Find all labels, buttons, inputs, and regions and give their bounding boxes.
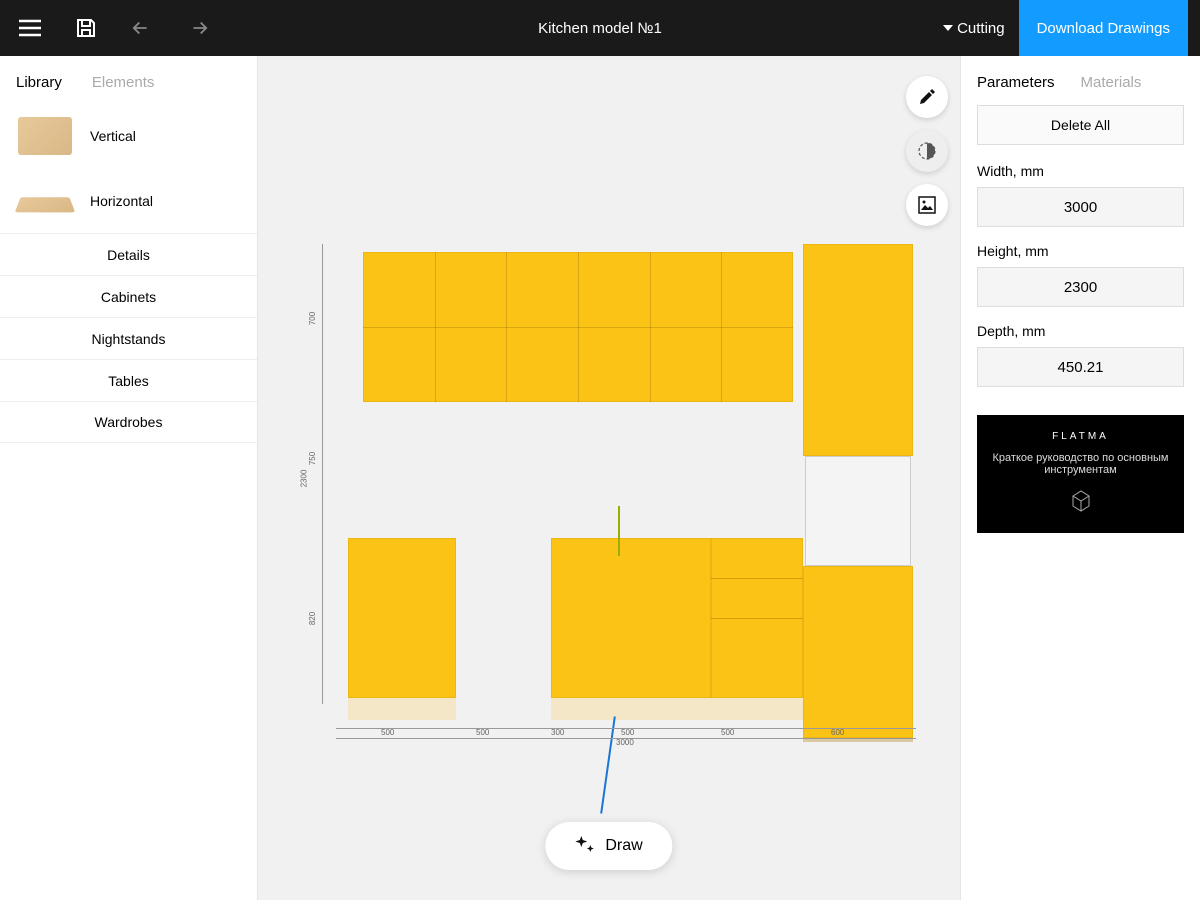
save-icon[interactable] — [68, 10, 104, 46]
redo-icon[interactable] — [180, 10, 216, 46]
eyedropper-tool[interactable] — [906, 76, 948, 118]
cutting-dropdown[interactable]: Cutting — [943, 20, 1005, 37]
oven-niche[interactable] — [805, 456, 911, 566]
toe-kick — [551, 698, 803, 720]
depth-input[interactable] — [977, 347, 1184, 387]
dim-label: 500 — [476, 728, 489, 737]
tab-library[interactable]: Library — [16, 74, 62, 91]
promo-card[interactable]: FLATMA Краткое руководство по основным и… — [977, 415, 1184, 533]
page-title: Kitchen model №1 — [538, 20, 662, 37]
category-tables[interactable]: Tables — [0, 359, 257, 401]
height-input[interactable] — [977, 267, 1184, 307]
canvas-area[interactable]: 700 750 820 2300 500 500 300 500 500 600… — [258, 56, 960, 900]
undo-icon[interactable] — [124, 10, 160, 46]
contrast-tool[interactable] — [906, 130, 948, 172]
dim-label: 500 — [721, 728, 734, 737]
height-label: Height, mm — [977, 243, 1184, 259]
delete-all-button[interactable]: Delete All — [977, 105, 1184, 145]
sidebar-tabs: Library Elements — [0, 56, 257, 103]
dim-label: 820 — [308, 612, 317, 625]
guide-line-green[interactable] — [618, 506, 620, 556]
topbar-left — [12, 10, 216, 46]
kitchen-model: 700 750 820 2300 500 500 300 500 500 600… — [293, 244, 908, 804]
tab-elements[interactable]: Elements — [92, 74, 155, 91]
tab-parameters[interactable]: Parameters — [977, 74, 1055, 91]
width-label: Width, mm — [977, 163, 1184, 179]
library-item-label: Horizontal — [90, 193, 153, 209]
main: Library Elements Vertical Horizontal Det… — [0, 56, 1200, 900]
draw-button[interactable]: Draw — [545, 822, 672, 870]
topbar-right: Cutting Download Drawings — [943, 0, 1188, 56]
panel-body: Delete All Width, mm Height, mm Depth, m… — [961, 105, 1200, 533]
category-wardrobes[interactable]: Wardrobes — [0, 401, 257, 443]
dim-label: 300 — [551, 728, 564, 737]
base-cabinet-center[interactable] — [551, 538, 711, 698]
tab-materials[interactable]: Materials — [1081, 74, 1142, 91]
sidebar-left: Library Elements Vertical Horizontal Det… — [0, 56, 258, 900]
menu-icon[interactable] — [12, 10, 48, 46]
sparkle-icon — [575, 836, 595, 856]
dim-total-height: 2300 — [299, 470, 308, 488]
upper-cabinet-group[interactable] — [363, 252, 793, 402]
base-cabinet-left[interactable] — [348, 538, 456, 698]
dim-label: 700 — [308, 312, 317, 325]
vertical-ruler: 700 750 820 2300 — [308, 244, 328, 704]
download-button[interactable]: Download Drawings — [1019, 0, 1188, 56]
panel-right: Parameters Materials Delete All Width, m… — [960, 56, 1200, 900]
base-cabinet-right[interactable] — [803, 566, 913, 738]
library-item-horizontal[interactable]: Horizontal — [0, 169, 257, 233]
library-item-vertical[interactable]: Vertical — [0, 103, 257, 169]
horizontal-thumb-icon — [15, 197, 76, 212]
vertical-thumb-icon — [18, 117, 72, 155]
cutting-label: Cutting — [957, 20, 1005, 37]
dim-total-width: 3000 — [616, 738, 634, 747]
category-cabinets[interactable]: Cabinets — [0, 275, 257, 317]
draw-label: Draw — [605, 837, 642, 855]
horizontal-ruler: 500 500 300 500 500 600 3000 — [336, 724, 916, 748]
promo-brand: FLATMA — [989, 431, 1172, 442]
panel-tabs: Parameters Materials — [961, 56, 1200, 105]
dim-label: 600 — [831, 728, 844, 737]
tall-cabinet[interactable] — [803, 244, 913, 456]
image-export-tool[interactable] — [906, 184, 948, 226]
promo-text: Краткое руководство по основным инструме… — [989, 452, 1172, 476]
depth-label: Depth, mm — [977, 323, 1184, 339]
cube-icon — [1067, 486, 1095, 514]
toe-kick — [348, 698, 456, 720]
dim-label: 500 — [381, 728, 394, 737]
dim-label: 500 — [621, 728, 634, 737]
library-item-label: Vertical — [90, 128, 136, 144]
category-nightstands[interactable]: Nightstands — [0, 317, 257, 359]
dim-label: 750 — [308, 452, 317, 465]
base-cabinet-drawers[interactable] — [711, 538, 803, 698]
width-input[interactable] — [977, 187, 1184, 227]
category-details[interactable]: Details — [0, 233, 257, 275]
topbar: Kitchen model №1 Cutting Download Drawin… — [0, 0, 1200, 56]
